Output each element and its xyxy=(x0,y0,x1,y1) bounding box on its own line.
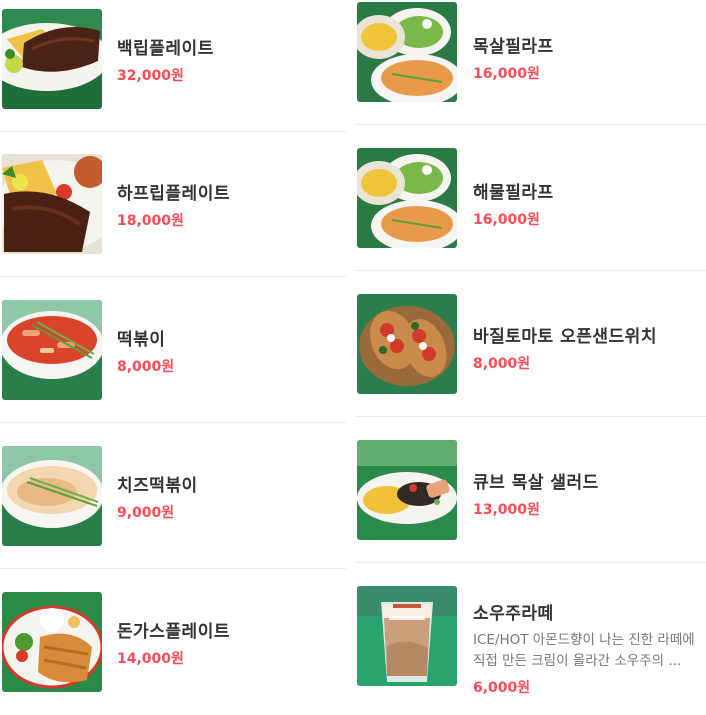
menu-item-price: 9,000원 xyxy=(117,505,175,521)
menu-item-cheese-tteokbokki[interactable]: 치즈떡볶이 9,000원 xyxy=(0,424,346,569)
description-line-1: ICE/HOT 아몬드향이 나는 진한 라떼에 xyxy=(473,632,695,648)
half-ribs-plate-image xyxy=(2,154,102,254)
latte-image xyxy=(357,586,457,686)
menu-item-name: 하프립플레이트 xyxy=(117,184,230,204)
menu-item-name: 해물필라프 xyxy=(473,183,554,203)
basil-tomato-sandwich-image xyxy=(357,294,457,394)
menu-item-name: 치즈떡볶이 xyxy=(117,476,198,496)
tteokbokki-image xyxy=(2,300,102,400)
menu-item-price: 8,000원 xyxy=(117,359,175,375)
menu-item-pork-neck-pilaf[interactable]: 목살필라프 16,000원 xyxy=(356,0,706,125)
menu-item-price: 16,000원 xyxy=(473,66,540,82)
menu-item-price: 32,000원 xyxy=(117,68,184,84)
menu-item-ribs-plate[interactable]: 백립플레이트 32,000원 xyxy=(0,0,346,132)
ribs-plate-image xyxy=(2,9,102,109)
menu-item-price: 8,000원 xyxy=(473,356,531,372)
cheese-tteokbokki-image xyxy=(2,446,102,546)
menu-item-name: 떡볶이 xyxy=(117,330,166,350)
menu-item-price: 14,000원 xyxy=(117,651,184,667)
menu-list: 백립플레이트 32,000원 하프립플레이트 18,000원 떡볶이 8,000… xyxy=(0,0,706,704)
cube-pork-salad-image xyxy=(357,440,457,540)
pork-neck-pilaf-image xyxy=(357,2,457,102)
menu-item-basil-tomato-sandwich[interactable]: 바질토마토 오픈샌드위치 8,000원 xyxy=(356,272,706,417)
menu-item-price: 16,000원 xyxy=(473,212,540,228)
menu-item-name: 돈가스플레이트 xyxy=(117,622,230,642)
menu-item-half-ribs-plate[interactable]: 하프립플레이트 18,000원 xyxy=(0,132,346,277)
menu-item-name: 바질토마토 오픈샌드위치 xyxy=(473,327,657,347)
seafood-pilaf-image xyxy=(357,148,457,248)
menu-item-seafood-pilaf[interactable]: 해물필라프 16,000원 xyxy=(356,126,706,271)
menu-item-name: 목살필라프 xyxy=(473,37,554,57)
menu-item-price: 18,000원 xyxy=(117,213,184,229)
menu-item-price: 6,000원 xyxy=(473,680,531,696)
menu-item-name: 큐브 목살 샐러드 xyxy=(473,473,599,493)
menu-item-latte[interactable]: 소우주라떼 ICE/HOT 아몬드향이 나는 진한 라떼에 직접 만든 크림이 … xyxy=(356,564,706,709)
description-line-2: 직접 만든 크림이 올라간 소우주의 ... xyxy=(473,653,682,669)
pork-cutlet-plate-image xyxy=(2,592,102,692)
menu-item-description: ICE/HOT 아몬드향이 나는 진한 라떼에 직접 만든 크림이 올라간 소우… xyxy=(473,630,702,672)
menu-item-name: 소우주라떼 xyxy=(473,604,554,624)
menu-item-price: 13,000원 xyxy=(473,502,540,518)
menu-item-cube-pork-salad[interactable]: 큐브 목살 샐러드 13,000원 xyxy=(356,418,706,563)
menu-item-tteokbokki[interactable]: 떡볶이 8,000원 xyxy=(0,278,346,423)
menu-item-pork-cutlet-plate[interactable]: 돈가스플레이트 14,000원 xyxy=(0,570,346,715)
menu-item-name: 백립플레이트 xyxy=(117,39,214,59)
